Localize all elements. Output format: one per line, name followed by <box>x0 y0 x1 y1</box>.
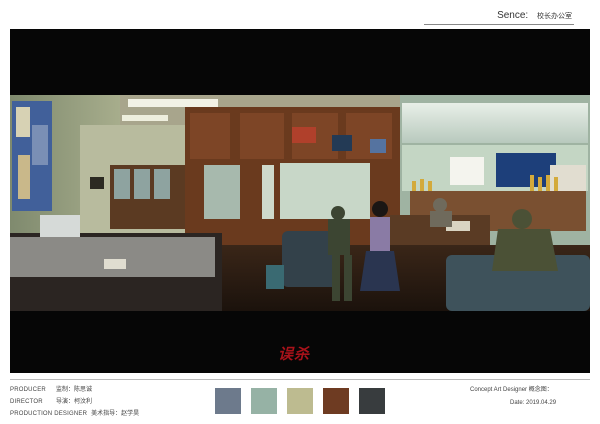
credit-key: PRODUCER <box>10 387 46 393</box>
scene-header: Sence: 校长办公室 <box>497 10 572 21</box>
palette-swatch <box>359 388 385 414</box>
credit-value: 导演：柯汶利 <box>56 399 93 405</box>
office-concept-painting <box>10 95 590 311</box>
concept-artist: Concept Art Designer 概念图： <box>470 387 553 393</box>
palette-swatch <box>287 388 313 414</box>
scene-value: 校长办公室 <box>537 13 572 20</box>
concept-block: Concept Art Designer 概念图： Date: 2019.04.… <box>470 384 556 410</box>
credit-row: DIRECTOR 导演：柯汶利 <box>10 396 139 408</box>
header-divider <box>424 24 574 25</box>
scene-label: Sence: <box>497 10 529 21</box>
footer-divider <box>10 379 590 380</box>
film-logo: 误杀 <box>278 347 311 363</box>
color-palette <box>215 388 385 414</box>
palette-swatch <box>215 388 241 414</box>
credit-value: 美术指导：赵学昊 <box>91 411 140 417</box>
palette-swatch <box>323 388 349 414</box>
credit-row: PRODUCTION DESIGNER 美术指导：赵学昊 <box>10 408 139 420</box>
credit-value: 监制：陈思诚 <box>56 387 93 393</box>
concept-art-frame: 误杀 <box>10 29 590 373</box>
credit-key: PRODUCTION DESIGNER <box>10 411 88 417</box>
credit-key: DIRECTOR <box>10 399 43 405</box>
credit-row: PRODUCER 监制：陈思诚 <box>10 384 139 396</box>
palette-swatch <box>251 388 277 414</box>
date-label: Date: 2019.04.29 <box>510 400 557 406</box>
credits-block: PRODUCER 监制：陈思诚 DIRECTOR 导演：柯汶利 PRODUCTION… <box>10 384 139 420</box>
